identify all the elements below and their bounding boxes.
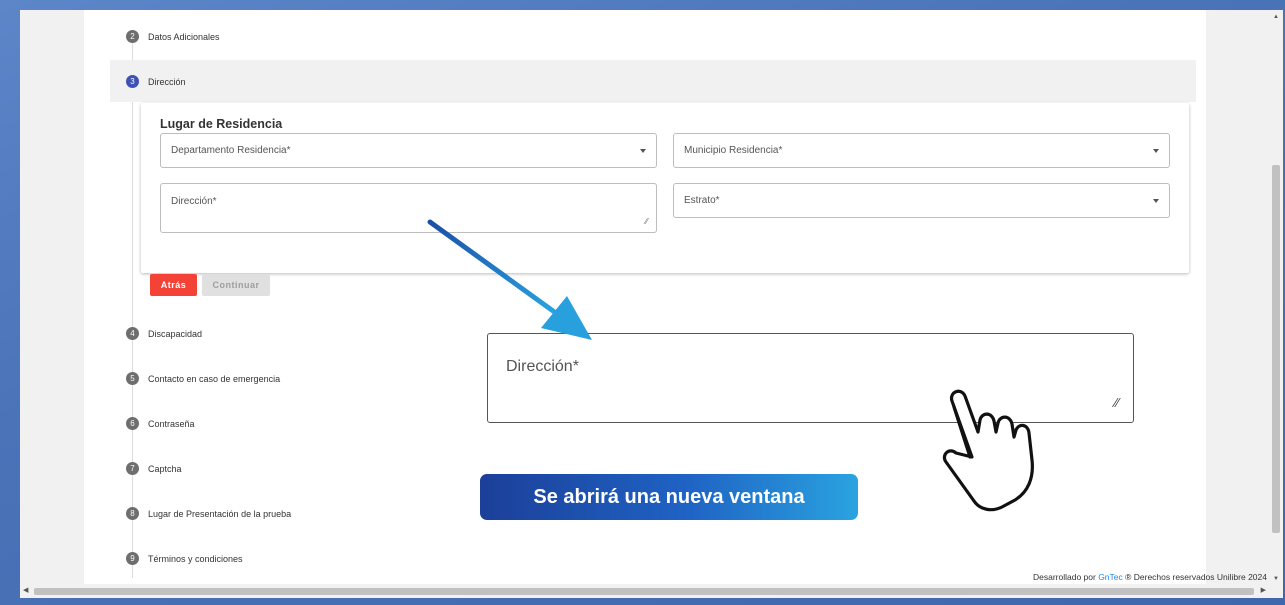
scrollbar-thumb[interactable] bbox=[34, 588, 1254, 595]
scroll-left-icon[interactable]: ◀ bbox=[23, 586, 28, 594]
footer-suffix: ® Derechos reservados Unilibre 2024 bbox=[1122, 572, 1267, 582]
scrollbar-thumb[interactable] bbox=[1272, 165, 1280, 533]
browser-frame: 2 Datos Adicionales 3 Dirección Lugar de… bbox=[20, 10, 1283, 598]
footer-credits: Desarrollado por GnTec ® Derechos reserv… bbox=[1033, 572, 1267, 582]
vertical-scrollbar[interactable]: ▲ ▼ bbox=[1269, 10, 1283, 584]
horizontal-scrollbar[interactable]: ◀ ▶ bbox=[20, 584, 1283, 598]
arrow-icon bbox=[427, 219, 592, 340]
gntec-link[interactable]: GnTec bbox=[1098, 572, 1123, 582]
scroll-down-icon[interactable]: ▼ bbox=[1273, 576, 1279, 582]
scroll-right-icon[interactable]: ▶ bbox=[1261, 586, 1266, 594]
footer-prefix: Desarrollado por bbox=[1032, 572, 1099, 582]
info-banner: Se abrirá una nueva ventana bbox=[480, 474, 858, 520]
scroll-up-icon[interactable]: ▲ bbox=[1273, 14, 1279, 20]
pointing-hand-icon bbox=[942, 389, 1034, 512]
